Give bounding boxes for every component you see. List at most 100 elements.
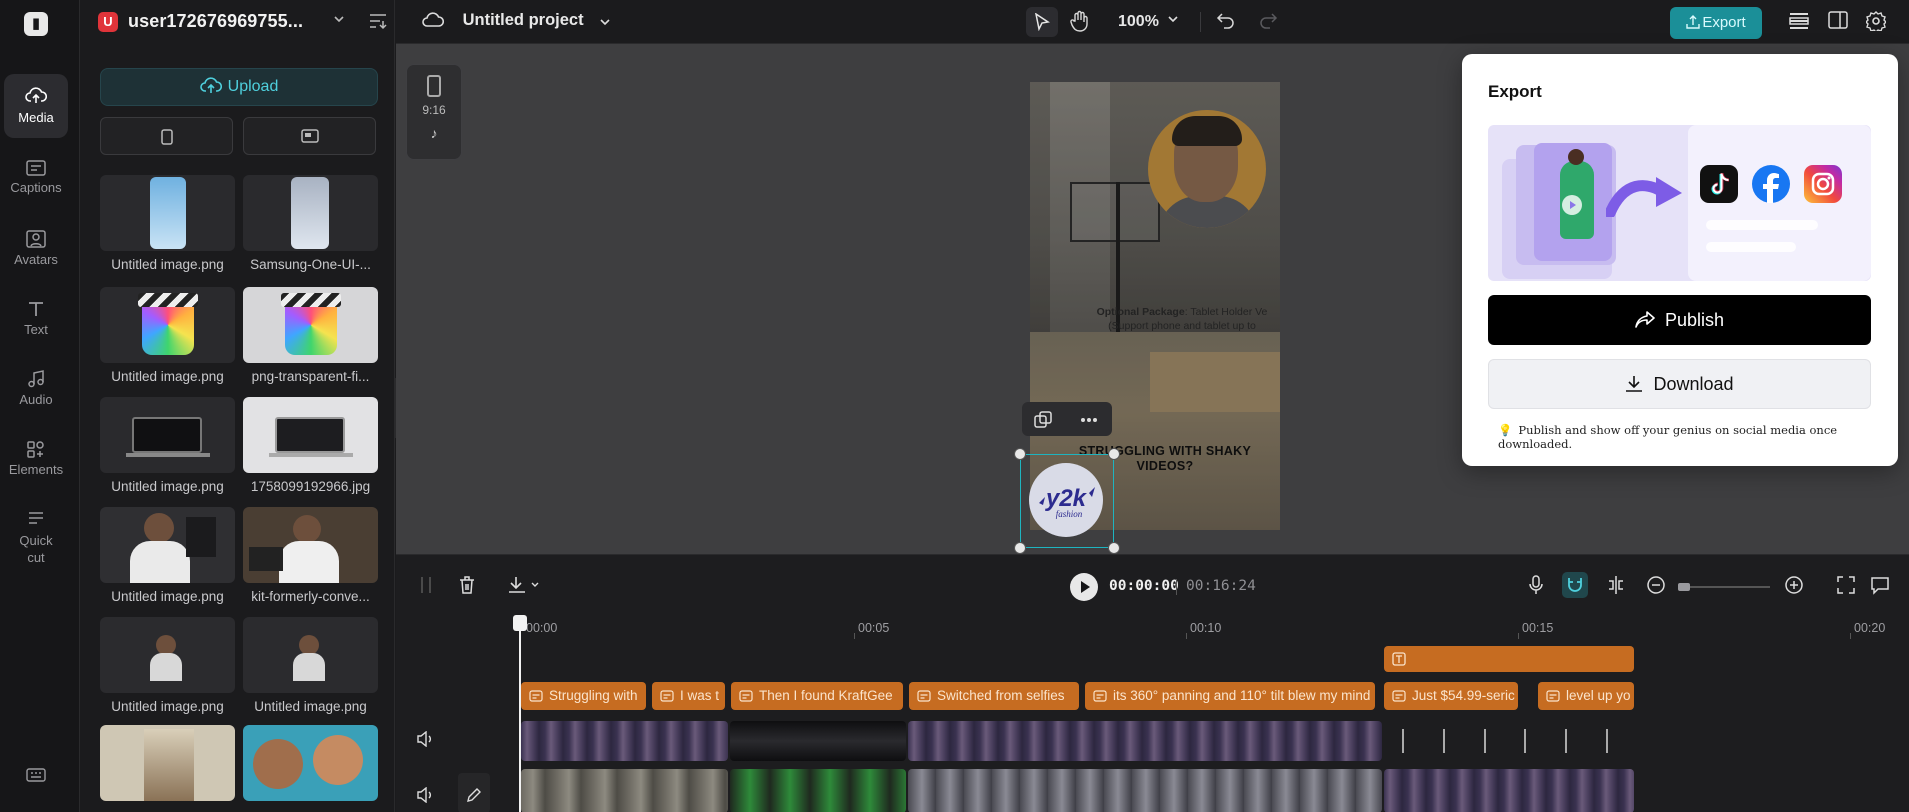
upload-button[interactable]: Upload	[100, 68, 378, 106]
layers-button[interactable]	[1788, 11, 1812, 35]
video-clip[interactable]	[908, 769, 1382, 812]
media-label: Untitled image.png	[111, 699, 224, 714]
select-tool-button[interactable]	[1026, 7, 1058, 37]
rail-item-avatars[interactable]: Avatars	[4, 218, 68, 282]
media-item[interactable]: Untitled image.png	[100, 175, 235, 272]
instagram-icon	[1804, 165, 1842, 203]
video-clip[interactable]	[908, 721, 1382, 761]
resize-handle[interactable]	[1014, 542, 1026, 554]
user-switcher[interactable]: U user172676969755...	[98, 10, 388, 34]
media-item[interactable]: Untitled image.png	[100, 397, 235, 494]
split-clip-icon[interactable]	[1606, 575, 1626, 595]
publish-button[interactable]: Publish	[1488, 295, 1871, 345]
media-item[interactable]: Untitled image.png	[100, 617, 235, 714]
rail-item-elements[interactable]: Elements	[4, 428, 68, 492]
timeline-zoom-slider[interactable]	[1678, 586, 1770, 588]
cloud-upload-icon	[25, 87, 47, 103]
cloud-icon	[422, 12, 445, 27]
rail-label-elements: Elements	[8, 462, 64, 477]
rail-item-captions[interactable]: Captions	[4, 148, 68, 212]
magnet-snap-button[interactable]	[1562, 572, 1588, 598]
app-window: ▮ Media Captions Avatars Text Audio Elem…	[0, 0, 1909, 812]
zoom-out-icon[interactable]	[1646, 575, 1666, 595]
rail-item-text[interactable]: Text	[4, 288, 68, 352]
video-clip[interactable]	[730, 769, 906, 812]
scissors-icon	[29, 512, 43, 524]
ruler-label: 00:10	[1190, 621, 1222, 635]
timeline-ruler[interactable]: 00:00 00:05 00:10 00:15 00:20	[396, 617, 1909, 639]
resize-handle[interactable]	[1108, 448, 1120, 460]
download-button[interactable]: Download	[1488, 359, 1871, 409]
playhead-handle[interactable]	[513, 615, 527, 631]
caption-clip[interactable]: level up yo	[1538, 682, 1634, 710]
video-clip[interactable]	[521, 721, 728, 761]
app-logo-icon[interactable]: ▮	[24, 12, 48, 36]
video-clip[interactable]	[521, 769, 728, 812]
zoom-slider-knob[interactable]	[1678, 583, 1690, 591]
text-clip[interactable]	[1384, 646, 1634, 672]
caption-clip-text: Switched from selfies	[937, 688, 1065, 703]
download-label: Download	[1653, 374, 1734, 394]
media-label: Untitled image.png	[111, 479, 224, 494]
caption-clip[interactable]: its 360° panning and 110° tilt blew my m…	[1085, 682, 1375, 710]
media-item[interactable]: Untitled image.png	[100, 287, 235, 384]
media-item[interactable]: png-transparent-fi...	[243, 287, 378, 384]
caption-clip[interactable]: Struggling with	[521, 682, 646, 710]
video-clip[interactable]	[1384, 769, 1634, 812]
media-item[interactable]	[100, 725, 235, 801]
caption-clip[interactable]: I was t	[652, 682, 725, 710]
selected-logo-element[interactable]: y2k fashion	[1014, 448, 1120, 554]
split-icon[interactable]	[418, 575, 434, 595]
media-thumbnail	[100, 175, 235, 251]
media-label: Untitled image.png	[111, 257, 224, 272]
export-button[interactable]: Export	[1670, 7, 1762, 39]
play-button[interactable]	[1070, 573, 1098, 601]
media-item[interactable]: Samsung-One-UI-...	[243, 175, 378, 272]
trash-icon[interactable]	[458, 575, 476, 595]
caption-clip[interactable]: Switched from selfies	[909, 682, 1079, 710]
rail-item-media[interactable]: Media	[4, 74, 68, 138]
cloud-upload-icon	[199, 77, 222, 93]
media-item[interactable]	[243, 725, 378, 801]
media-item[interactable]: Untitled image.png	[243, 617, 378, 714]
aspect-ratio-label: 9:16	[422, 103, 446, 117]
playhead[interactable]	[519, 615, 521, 812]
download-icon[interactable]	[508, 575, 542, 595]
zoom-select[interactable]: 100%	[1118, 13, 1179, 31]
screen-filter-button[interactable]	[243, 117, 376, 155]
ruler-label: 00:20	[1854, 621, 1886, 635]
rail-item-quick-cut[interactable]: Quick cut	[4, 498, 68, 580]
redo-button[interactable]	[1258, 10, 1282, 34]
caption-clip-text: its 360° panning and 110° tilt blew my m…	[1113, 688, 1371, 703]
phone-filter-button[interactable]	[100, 117, 233, 155]
media-item[interactable]: kit-formerly-conve...	[243, 507, 378, 604]
video-clip[interactable]	[730, 721, 906, 761]
sort-icon[interactable]	[368, 12, 388, 35]
split-view-button[interactable]	[1828, 11, 1852, 35]
keyboard-icon[interactable]	[26, 767, 46, 788]
media-item[interactable]: 1758099192966.jpg	[243, 397, 378, 494]
caption-clip[interactable]: Just $54.99-seric	[1384, 682, 1518, 710]
media-item[interactable]: Untitled image.png	[100, 507, 235, 604]
hand-tool-button[interactable]	[1070, 10, 1094, 34]
speaker-icon[interactable]	[416, 731, 434, 747]
timeline-toolbar: 00:00:00 00:16:24	[396, 555, 1909, 617]
y2k-logo: y2k fashion	[1029, 463, 1103, 537]
more-icon[interactable]	[1080, 417, 1098, 423]
speaker-icon[interactable]	[416, 787, 434, 803]
avatar-icon	[26, 230, 46, 248]
project-menu[interactable]: Untitled project	[422, 11, 612, 30]
caption-clip[interactable]: Then I found KraftGee	[731, 682, 903, 710]
edit-cover-button[interactable]	[458, 773, 490, 812]
resize-handle[interactable]	[1108, 542, 1120, 554]
fit-icon[interactable]	[1836, 575, 1856, 595]
zoom-in-icon[interactable]	[1784, 575, 1804, 595]
undo-button[interactable]	[1216, 10, 1240, 34]
aspect-ratio-panel[interactable]: 9:16 ♪	[406, 64, 462, 160]
rail-item-audio[interactable]: Audio	[4, 358, 68, 422]
resize-handle[interactable]	[1014, 448, 1026, 460]
microphone-icon[interactable]	[1528, 575, 1544, 595]
duplicate-icon[interactable]	[1034, 411, 1052, 429]
settings-button[interactable]	[1865, 11, 1890, 35]
comment-icon[interactable]	[1870, 575, 1890, 595]
